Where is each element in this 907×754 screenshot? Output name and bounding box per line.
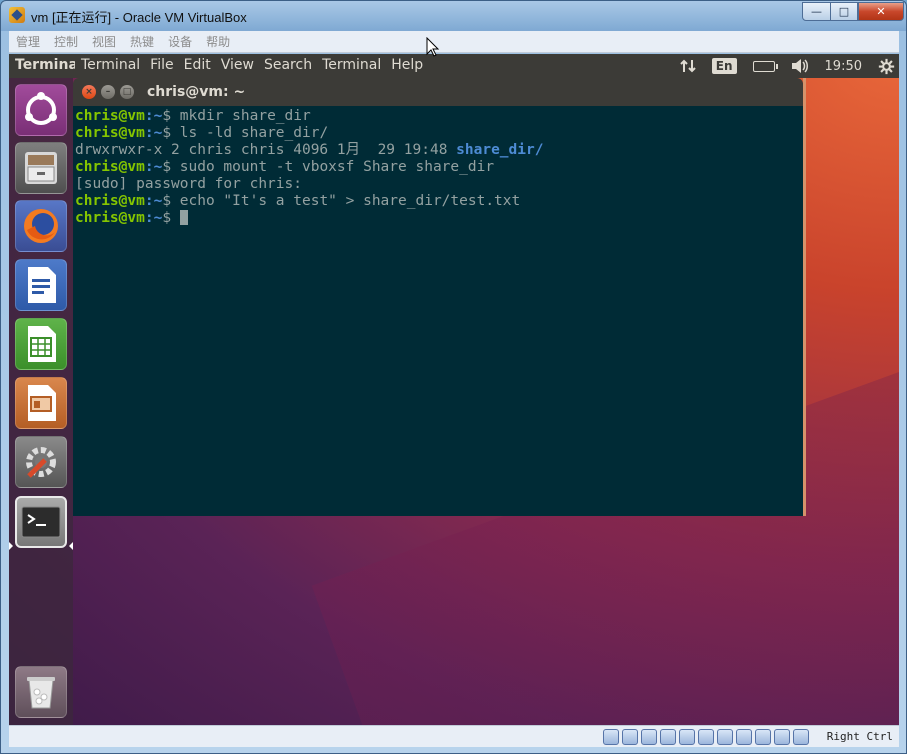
system-settings-icon[interactable] (15, 436, 67, 488)
host-key-label: Right Ctrl (826, 730, 893, 743)
host-window: vm [正在运行] - Oracle VM VirtualBox — □ ✕ 管… (0, 0, 907, 754)
hdd-icon[interactable] (603, 729, 619, 745)
terminal-minimize-button[interactable]: – (101, 85, 115, 99)
menu-hotkeys[interactable]: 热键 (123, 33, 161, 50)
audio-icon[interactable] (641, 729, 657, 745)
window-title: vm [正在运行] - Oracle VM VirtualBox (31, 10, 247, 25)
network-icon[interactable] (660, 729, 676, 745)
terminal-maximize-button[interactable]: □ (120, 85, 134, 99)
terminal-line: chris@vm:~$ ls -ld share_dir/ (75, 125, 329, 141)
battery-icon[interactable] (752, 60, 778, 72)
terminal-line: chris@vm:~$ echo "It's a test" > share_d… (75, 193, 521, 209)
vbox-menubar: 管理 控制 视图 热键 设备 帮助 (9, 31, 899, 53)
terminal-cursor (179, 210, 188, 225)
terminal-line: chris@vm:~$ sudo mount -t vboxsf Share s… (75, 159, 495, 175)
gmenu-search[interactable]: Search (262, 57, 318, 73)
maximize-button[interactable]: □ (830, 2, 858, 21)
host-titlebar[interactable]: vm [正在运行] - Oracle VM VirtualBox — □ ✕ (1, 1, 906, 30)
active-indicator-right (69, 542, 73, 550)
active-indicator-left (9, 542, 13, 550)
menu-help[interactable]: 帮助 (199, 33, 237, 50)
gmenu-terminal-app[interactable]: Terminal (79, 57, 146, 73)
terminal-titlebar[interactable]: × – □ chris@vm: ~ (73, 78, 803, 106)
gmenu-help[interactable]: Help (389, 57, 429, 73)
keyboard-language-indicator[interactable]: En (711, 58, 737, 74)
active-app-title: Terminal (15, 57, 75, 73)
files-icon[interactable] (15, 142, 67, 194)
mouse-pointer-icon (426, 37, 440, 57)
gmenu-view[interactable]: View (219, 57, 260, 73)
menu-devices[interactable]: 设备 (161, 33, 199, 50)
vbox-statusbar: Right Ctrl (9, 725, 899, 747)
gmenu-file[interactable]: File (148, 57, 179, 73)
menu-control[interactable]: 控制 (47, 33, 85, 50)
terminal-line: drwxrwxr-x 2 chris chris 4096 1月 29 19:4… (75, 142, 544, 158)
guest-additions-icon[interactable] (755, 729, 771, 745)
terminal-title: chris@vm: ~ (147, 84, 246, 100)
virtualbox-icon (9, 7, 25, 23)
libreoffice-calc-icon[interactable] (15, 318, 67, 370)
terminal-line: [sudo] password for chris: (75, 176, 302, 192)
display-icon[interactable] (717, 729, 733, 745)
gmenu-edit[interactable]: Edit (182, 57, 217, 73)
status-icons (600, 729, 809, 745)
mouse-integration-icon[interactable] (774, 729, 790, 745)
close-button[interactable]: ✕ (858, 2, 904, 21)
unity-launcher (9, 78, 73, 725)
network-transfer-icon[interactable] (680, 58, 696, 74)
terminal-line: chris@vm:~$ mkdir share_dir (75, 108, 311, 124)
terminal-line: chris@vm:~$ (75, 210, 801, 227)
terminal-body[interactable]: chris@vm:~$ mkdir share_dir chris@vm:~$ … (73, 106, 803, 516)
libreoffice-impress-icon[interactable] (15, 377, 67, 429)
terminal-window[interactable]: × – □ chris@vm: ~ chris@vm:~$ mkdir shar… (73, 78, 806, 516)
guest-screen[interactable]: Terminal Terminal File Edit View Search … (9, 54, 899, 725)
volume-icon[interactable] (791, 58, 809, 74)
ubuntu-dash-icon[interactable] (15, 84, 67, 136)
shared-folder-icon[interactable] (698, 729, 714, 745)
terminal-close-button[interactable]: × (82, 85, 96, 99)
terminal-icon[interactable] (15, 496, 67, 548)
indicator-area: En 19:50 (672, 54, 899, 78)
ubuntu-top-panel: Terminal Terminal File Edit View Search … (9, 54, 899, 78)
menu-view[interactable]: 视图 (85, 33, 123, 50)
optical-icon[interactable] (622, 729, 638, 745)
gmenu-terminal[interactable]: Terminal (320, 57, 387, 73)
minimize-button[interactable]: — (802, 2, 831, 21)
trash-icon[interactable] (15, 666, 67, 718)
menu-manage[interactable]: 管理 (9, 33, 47, 50)
global-menu: Terminal File Edit View Search Terminal … (79, 57, 431, 73)
libreoffice-writer-icon[interactable] (15, 259, 67, 311)
firefox-icon[interactable] (15, 200, 67, 252)
host-key-icon[interactable] (793, 729, 809, 745)
clock[interactable]: 19:50 (825, 59, 862, 74)
gear-icon[interactable] (878, 58, 895, 75)
usb-icon[interactable] (679, 729, 695, 745)
video-capture-icon[interactable] (736, 729, 752, 745)
